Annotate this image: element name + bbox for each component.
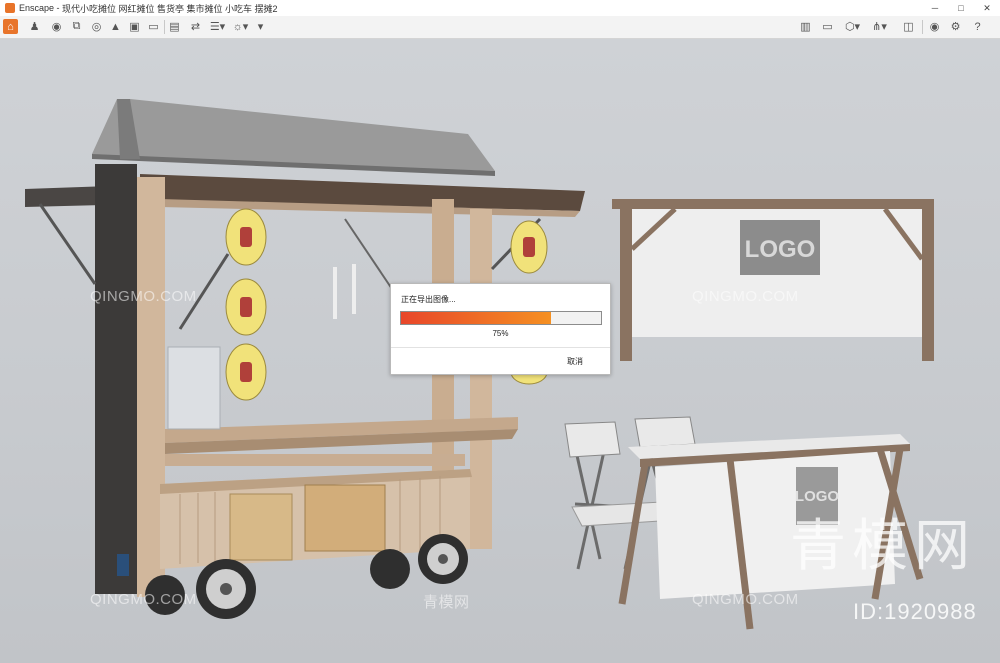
dialog-title: 正在导出图像...: [401, 295, 456, 304]
logo-banner-frame: LOGO: [612, 199, 934, 361]
enscape-app-icon: [5, 3, 15, 13]
watermark-text: QINGMO.COM: [692, 591, 799, 608]
window-app-name: Enscape: [19, 3, 55, 13]
watermark-text: QINGMO.COM: [90, 288, 197, 305]
main-toolbar: ⌂ ♟ ◉ ⧉ ◎ ▲ ▣ ▭ ▤ ⇄ ☰▾ ☼▾ ▾ ▥ ▭ ⬡▾ ⋔▾ ◫ …: [0, 16, 1000, 54]
banner-logo-text: LOGO: [745, 236, 816, 263]
batch-render-icon[interactable]: ⧉: [69, 19, 84, 34]
settings-dropdown-icon[interactable]: ☰▾: [210, 19, 225, 34]
web-export-icon[interactable]: ▭: [146, 19, 161, 34]
title-separator: -: [54, 3, 63, 13]
watermark-text: 青模网: [423, 594, 470, 611]
eye-icon[interactable]: ◉: [927, 19, 942, 34]
close-button[interactable]: ✕: [974, 0, 1000, 16]
progress-bar: [400, 311, 602, 325]
map-icon[interactable]: ▥: [798, 19, 813, 34]
export-dropdown-icon[interactable]: ▾: [253, 19, 268, 34]
asset-library-icon[interactable]: ⬡▾: [845, 19, 860, 34]
toolbar-separator: [164, 20, 165, 34]
video-icon[interactable]: ▲: [108, 19, 123, 34]
maximize-button[interactable]: □: [948, 0, 974, 16]
export-progress-dialog: 正在导出图像... 75% 取消: [390, 283, 611, 375]
watermark-logo: 青模网: [790, 514, 976, 579]
window-controls: ─ □ ✕: [922, 0, 1000, 16]
watermark-id: ID:1920988: [853, 599, 977, 624]
sun-icon[interactable]: ☼▾: [233, 19, 249, 34]
watermark-text: QINGMO.COM: [692, 288, 799, 305]
minimize-button[interactable]: ─: [922, 0, 948, 16]
progress-fill: [401, 312, 551, 324]
watermark-text: QINGMO.COM: [90, 591, 197, 608]
cancel-button[interactable]: 取消: [567, 356, 583, 367]
progress-percent: 75%: [492, 329, 509, 338]
bim-icon[interactable]: ⋔▾: [872, 19, 887, 34]
toolbar-separator: [922, 20, 923, 34]
gear-icon[interactable]: ⚙: [948, 19, 963, 34]
material-icon[interactable]: ◫: [901, 19, 916, 34]
walk-icon[interactable]: ♟: [27, 19, 42, 34]
dialog-divider: [391, 347, 610, 348]
exe-export-icon[interactable]: ▣: [127, 19, 142, 34]
screen-icon[interactable]: ▭: [820, 19, 835, 34]
home-icon[interactable]: ⌂: [3, 19, 18, 34]
title-bar: Enscape - 现代小吃摊位 网红摊位 售货亭 集市摊位 小吃车 摆摊2 ─…: [0, 0, 1000, 16]
window-title: 现代小吃摊位 网红摊位 售货亭 集市摊位 小吃车 摆摊2: [62, 3, 278, 14]
view-management-icon[interactable]: ▤: [167, 19, 182, 34]
panorama-icon[interactable]: ◎: [89, 19, 104, 34]
help-icon[interactable]: ?: [970, 19, 985, 34]
sync-icon[interactable]: ⇄: [188, 19, 203, 34]
screenshot-icon[interactable]: ◉: [49, 19, 64, 34]
